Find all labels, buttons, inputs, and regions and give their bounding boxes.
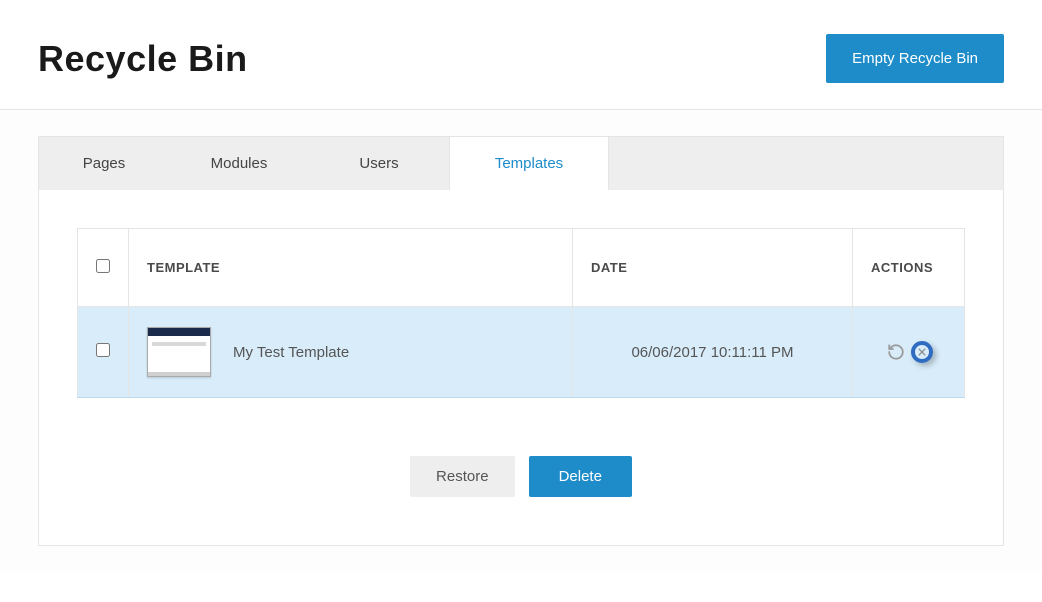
column-header-date: DATE <box>573 229 853 307</box>
template-name: My Test Template <box>233 344 349 361</box>
template-date: 06/06/2017 10:11:11 PM <box>631 344 793 361</box>
column-header-actions: ACTIONS <box>853 229 965 307</box>
tab-content: TEMPLATE DATE ACTIONS My Test Temp <box>39 190 1003 545</box>
tab-pages[interactable]: Pages <box>39 137 169 190</box>
table-row: My Test Template 06/06/2017 10:11:11 PM <box>78 307 965 398</box>
tab-bar: Pages Modules Users Templates <box>39 137 1003 190</box>
template-thumbnail <box>147 327 211 377</box>
tab-templates[interactable]: Templates <box>449 136 609 190</box>
row-checkbox[interactable] <box>96 343 110 357</box>
restore-button[interactable]: Restore <box>410 456 515 497</box>
recycle-bin-panel: Pages Modules Users Templates TEMPLATE D… <box>38 136 1004 546</box>
select-all-checkbox[interactable] <box>96 259 110 273</box>
select-all-header <box>78 229 129 307</box>
tab-users[interactable]: Users <box>309 137 449 190</box>
tab-modules[interactable]: Modules <box>169 137 309 190</box>
restore-icon[interactable] <box>885 341 907 363</box>
footer-buttons: Restore Delete <box>77 456 965 497</box>
empty-recycle-bin-button[interactable]: Empty Recycle Bin <box>826 34 1004 83</box>
delete-icon[interactable] <box>911 341 933 363</box>
delete-button[interactable]: Delete <box>529 456 632 497</box>
templates-table: TEMPLATE DATE ACTIONS My Test Temp <box>77 228 965 398</box>
page-title: Recycle Bin <box>38 38 248 80</box>
column-header-template: TEMPLATE <box>129 229 573 307</box>
